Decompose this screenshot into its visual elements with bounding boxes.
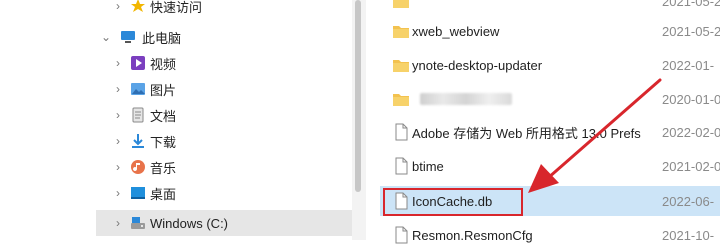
folder-icon bbox=[392, 90, 410, 108]
file-date: 2022-02-0 bbox=[662, 124, 720, 140]
file-icon bbox=[392, 123, 410, 141]
file-icon bbox=[392, 157, 410, 175]
nav-item-label: Windows (C:) bbox=[150, 215, 229, 231]
nav-item-label: 文档 bbox=[150, 108, 177, 124]
expand-chevron-icon[interactable]: › bbox=[112, 82, 124, 96]
file-icon bbox=[392, 226, 410, 244]
file-date: 2021-05-2 bbox=[662, 23, 720, 39]
expand-chevron-icon[interactable]: › bbox=[112, 160, 124, 174]
file-name: Adobe 存储为 Web 所用格式 13.0 Prefs bbox=[412, 125, 641, 141]
file-date: 2022-01- bbox=[662, 57, 715, 73]
expand-chevron-icon[interactable]: › bbox=[112, 56, 124, 70]
desktop-icon bbox=[130, 185, 146, 201]
nav-item-label: 图片 bbox=[150, 82, 177, 98]
file-name: btime bbox=[412, 158, 444, 174]
expand-chevron-icon[interactable]: › bbox=[112, 108, 124, 122]
file-date: 2021-05-2 bbox=[662, 0, 720, 9]
music-icon bbox=[130, 159, 146, 175]
expand-chevron-icon[interactable]: › bbox=[112, 216, 124, 230]
nav-item[interactable]: › 下载 bbox=[0, 128, 352, 154]
file-date: 2022-06- bbox=[662, 193, 715, 209]
nav-item-label: 快速访问 bbox=[150, 0, 203, 15]
highlight-box bbox=[383, 188, 523, 216]
nav-item[interactable]: › Windows (C:) bbox=[96, 210, 352, 236]
expand-chevron-icon[interactable]: › bbox=[112, 186, 124, 200]
nav-item-label: 视频 bbox=[150, 56, 177, 72]
pictures-icon bbox=[130, 81, 146, 97]
nav-item[interactable]: ⌄ 此电脑 bbox=[0, 24, 352, 50]
drive-icon bbox=[130, 215, 146, 231]
scrollbar-thumb[interactable] bbox=[355, 0, 361, 192]
nav-item-label: 音乐 bbox=[150, 160, 177, 176]
star-icon bbox=[130, 0, 146, 14]
expand-chevron-icon[interactable]: ⌄ bbox=[100, 30, 112, 44]
folder-icon bbox=[392, 56, 410, 74]
file-row[interactable]: Resmon.ResmonCfg 2021-10- bbox=[380, 220, 720, 250]
folder-icon bbox=[392, 22, 410, 40]
computer-icon bbox=[120, 29, 136, 45]
file-row[interactable]: Adobe 存储为 Web 所用格式 13.0 Prefs 2022-02-0 bbox=[380, 117, 720, 147]
nav-item[interactable]: › 视频 bbox=[0, 50, 352, 76]
expand-chevron-icon[interactable]: › bbox=[112, 134, 124, 148]
nav-item[interactable]: › 文档 bbox=[0, 102, 352, 128]
nav-item[interactable]: › 音乐 bbox=[0, 154, 352, 180]
nav-item[interactable]: › 图片 bbox=[0, 76, 352, 102]
file-row[interactable]: btime 2021-02-0 bbox=[380, 151, 720, 181]
folder-row[interactable]: 2021-05-2 bbox=[380, 0, 720, 16]
folder-row[interactable]: xweb_webview 2021-05-2 bbox=[380, 16, 720, 46]
nav-item[interactable]: › 快速访问 bbox=[0, 0, 352, 19]
redacted-name bbox=[420, 93, 512, 105]
file-name: ynote-desktop-updater bbox=[412, 57, 543, 73]
downloads-icon bbox=[130, 133, 146, 149]
documents-icon bbox=[130, 107, 146, 123]
nav-item-label: 桌面 bbox=[150, 186, 177, 202]
file-date: 2020-01-0 bbox=[662, 91, 720, 107]
nav-item[interactable]: › 桌面 bbox=[0, 180, 352, 206]
folder-row[interactable]: ynote-desktop-updater 2022-01- bbox=[380, 50, 720, 80]
expand-chevron-icon[interactable]: › bbox=[112, 0, 124, 13]
file-name: xweb_webview bbox=[412, 23, 500, 39]
file-name: Resmon.ResmonCfg bbox=[412, 227, 533, 243]
folder-icon bbox=[392, 0, 410, 10]
folder-row[interactable]: 2020-01-0 bbox=[380, 84, 720, 114]
nav-item-label: 此电脑 bbox=[142, 30, 182, 46]
navigation-pane: › 快速访问 ⌄ 此电脑 › 视频 › 图片 › 文档 › 下载 › 音乐 › 桌面 › Windows (C:) bbox=[0, 0, 352, 240]
video-icon bbox=[130, 55, 146, 71]
file-date: 2021-10- bbox=[662, 227, 715, 243]
file-date: 2021-02-0 bbox=[662, 158, 720, 174]
navigation-scrollbar[interactable] bbox=[352, 0, 366, 240]
nav-item-label: 下载 bbox=[150, 134, 177, 150]
